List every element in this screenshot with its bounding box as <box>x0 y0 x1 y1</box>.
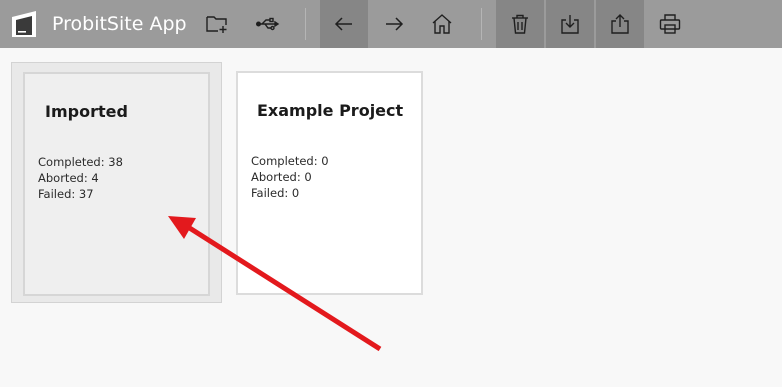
project-tile-imported[interactable]: Imported Completed: 38 Aborted: 4 Failed… <box>11 62 222 303</box>
forward-arrow-icon <box>386 17 404 31</box>
aborted-count: Aborted: 4 <box>38 171 99 185</box>
toolbar-separator <box>481 8 482 40</box>
project-stats: Completed: 0 Aborted: 0 Failed: 0 <box>251 153 329 201</box>
print-icon <box>659 14 681 34</box>
home-button[interactable] <box>418 0 466 48</box>
print-button[interactable] <box>646 0 694 48</box>
download-button[interactable] <box>546 0 594 48</box>
app-toolbar: ProbitSite App <box>0 0 782 48</box>
new-folder-icon <box>206 16 227 33</box>
share-icon <box>611 14 629 34</box>
app-logo-icon <box>12 11 36 37</box>
failed-count: Failed: 0 <box>251 186 300 200</box>
project-name: Example Project <box>257 101 404 120</box>
app-title: ProbitSite App <box>52 13 187 35</box>
completed-count: Completed: 0 <box>251 154 329 168</box>
home-icon <box>432 14 452 34</box>
project-card: Imported Completed: 38 Aborted: 4 Failed… <box>23 72 210 296</box>
new-folder-button[interactable] <box>193 0 241 48</box>
project-grid: Imported Completed: 38 Aborted: 4 Failed… <box>0 48 782 387</box>
project-stats: Completed: 38 Aborted: 4 Failed: 37 <box>38 154 123 202</box>
usb-button[interactable] <box>243 0 291 48</box>
project-tile-example-project[interactable]: Example Project Completed: 0 Aborted: 0 … <box>236 71 423 295</box>
completed-count: Completed: 38 <box>38 155 123 169</box>
back-arrow-icon <box>334 17 352 31</box>
forward-button[interactable] <box>370 0 418 48</box>
trash-icon <box>512 14 528 34</box>
project-name: Imported <box>45 102 128 121</box>
toolbar-separator <box>305 8 306 40</box>
share-button[interactable] <box>596 0 644 48</box>
usb-icon <box>256 17 280 31</box>
failed-count: Failed: 37 <box>38 187 94 201</box>
delete-button[interactable] <box>496 0 544 48</box>
back-button[interactable] <box>320 0 368 48</box>
download-icon <box>561 15 579 34</box>
aborted-count: Aborted: 0 <box>251 170 312 184</box>
